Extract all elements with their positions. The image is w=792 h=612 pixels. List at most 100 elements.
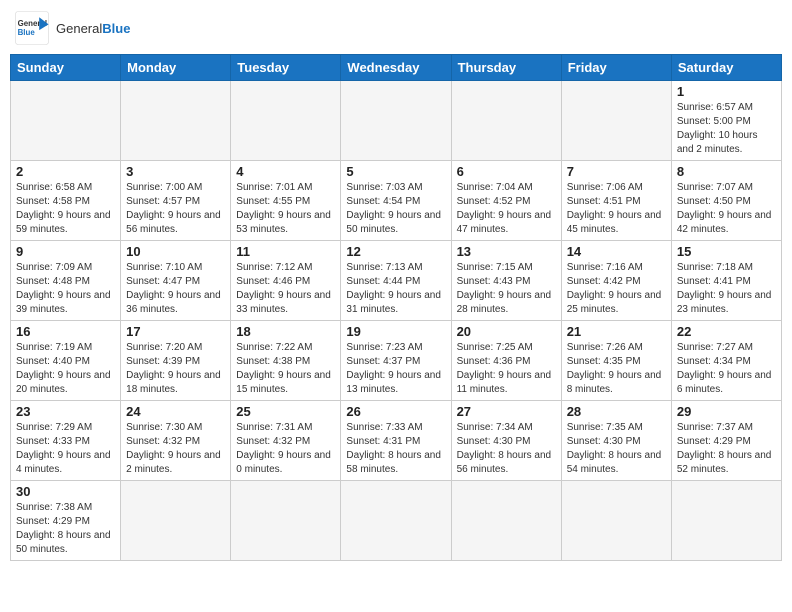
day-number: 13 [457, 244, 556, 259]
svg-text:Blue: Blue [18, 28, 36, 37]
calendar-cell [231, 81, 341, 161]
calendar-cell: 9 Sunrise: 7:09 AM Sunset: 4:48 PM Daylig… [11, 241, 121, 321]
day-info: Sunrise: 7:20 AM Sunset: 4:39 PM Dayligh… [126, 341, 225, 397]
day-number: 1 [677, 84, 776, 99]
day-info: Sunrise: 7:38 AM Sunset: 4:29 PM Dayligh… [16, 501, 115, 557]
calendar-cell: 2 Sunrise: 6:58 AM Sunset: 4:58 PM Daylig… [11, 161, 121, 241]
day-info: Sunrise: 6:58 AM Sunset: 4:58 PM Dayligh… [16, 181, 115, 237]
day-info: Sunrise: 7:12 AM Sunset: 4:46 PM Dayligh… [236, 261, 335, 317]
day-info: Sunrise: 7:18 AM Sunset: 4:41 PM Dayligh… [677, 261, 776, 317]
weekday-header-sunday: Sunday [11, 55, 121, 81]
day-info: Sunrise: 7:34 AM Sunset: 4:30 PM Dayligh… [457, 421, 556, 477]
day-number: 5 [346, 164, 445, 179]
day-number: 2 [16, 164, 115, 179]
day-number: 17 [126, 324, 225, 339]
day-info: Sunrise: 7:35 AM Sunset: 4:30 PM Dayligh… [567, 421, 666, 477]
logo: General Blue GeneralBlue [14, 10, 130, 46]
calendar-cell [451, 481, 561, 561]
day-number: 6 [457, 164, 556, 179]
calendar-week-row: 23Sunrise: 7:29 AM Sunset: 4:33 PM Dayli… [11, 401, 782, 481]
calendar-cell [671, 481, 781, 561]
calendar-week-row: 30Sunrise: 7:38 AM Sunset: 4:29 PM Dayli… [11, 481, 782, 561]
day-info: Sunrise: 7:01 AM Sunset: 4:55 PM Dayligh… [236, 181, 335, 237]
calendar-cell [121, 481, 231, 561]
day-info: Sunrise: 7:29 AM Sunset: 4:33 PM Dayligh… [16, 421, 115, 477]
logo-text: GeneralBlue [56, 21, 130, 36]
day-info: Sunrise: 7:22 AM Sunset: 4:38 PM Dayligh… [236, 341, 335, 397]
day-info: Sunrise: 7:27 AM Sunset: 4:34 PM Dayligh… [677, 341, 776, 397]
day-info: Sunrise: 7:23 AM Sunset: 4:37 PM Dayligh… [346, 341, 445, 397]
day-info: Sunrise: 7:25 AM Sunset: 4:36 PM Dayligh… [457, 341, 556, 397]
day-info: Sunrise: 7:07 AM Sunset: 4:50 PM Dayligh… [677, 181, 776, 237]
day-info: Sunrise: 7:10 AM Sunset: 4:47 PM Dayligh… [126, 261, 225, 317]
calendar-cell: 1Sunrise: 6:57 AM Sunset: 5:00 PM Daylig… [671, 81, 781, 161]
calendar-cell: 24Sunrise: 7:30 AM Sunset: 4:32 PM Dayli… [121, 401, 231, 481]
day-info: Sunrise: 7:33 AM Sunset: 4:31 PM Dayligh… [346, 421, 445, 477]
day-info: Sunrise: 7:13 AM Sunset: 4:44 PM Dayligh… [346, 261, 445, 317]
weekday-header-tuesday: Tuesday [231, 55, 341, 81]
day-number: 15 [677, 244, 776, 259]
day-info: Sunrise: 7:04 AM Sunset: 4:52 PM Dayligh… [457, 181, 556, 237]
calendar-cell: 25Sunrise: 7:31 AM Sunset: 4:32 PM Dayli… [231, 401, 341, 481]
weekday-header-monday: Monday [121, 55, 231, 81]
day-number: 21 [567, 324, 666, 339]
calendar-cell: 16 Sunrise: 7:19 AM Sunset: 4:40 PM Dayli… [11, 321, 121, 401]
calendar-cell: 13 Sunrise: 7:15 AM Sunset: 4:43 PM Dayli… [451, 241, 561, 321]
day-number: 18 [236, 324, 335, 339]
day-number: 3 [126, 164, 225, 179]
calendar-cell: 3Sunrise: 7:00 AM Sunset: 4:57 PM Daylig… [121, 161, 231, 241]
day-number: 25 [236, 404, 335, 419]
calendar-cell: 10 Sunrise: 7:10 AM Sunset: 4:47 PM Dayli… [121, 241, 231, 321]
day-info: Sunrise: 7:16 AM Sunset: 4:42 PM Dayligh… [567, 261, 666, 317]
day-number: 27 [457, 404, 556, 419]
calendar-cell: 4Sunrise: 7:01 AM Sunset: 4:55 PM Daylig… [231, 161, 341, 241]
calendar-cell [231, 481, 341, 561]
calendar-cell [561, 81, 671, 161]
day-number: 19 [346, 324, 445, 339]
day-number: 11 [236, 244, 335, 259]
calendar-cell [451, 81, 561, 161]
day-info: Sunrise: 7:37 AM Sunset: 4:29 PM Dayligh… [677, 421, 776, 477]
calendar-cell: 17 Sunrise: 7:20 AM Sunset: 4:39 PM Dayli… [121, 321, 231, 401]
calendar-week-row: 16 Sunrise: 7:19 AM Sunset: 4:40 PM Dayli… [11, 321, 782, 401]
day-info: Sunrise: 7:15 AM Sunset: 4:43 PM Dayligh… [457, 261, 556, 317]
day-number: 26 [346, 404, 445, 419]
calendar-cell: 20 Sunrise: 7:25 AM Sunset: 4:36 PM Dayli… [451, 321, 561, 401]
day-number: 22 [677, 324, 776, 339]
calendar-cell [341, 481, 451, 561]
calendar-week-row: 1Sunrise: 6:57 AM Sunset: 5:00 PM Daylig… [11, 81, 782, 161]
calendar-cell: 6 Sunrise: 7:04 AM Sunset: 4:52 PM Daylig… [451, 161, 561, 241]
calendar-cell: 23Sunrise: 7:29 AM Sunset: 4:33 PM Dayli… [11, 401, 121, 481]
weekday-header-wednesday: Wednesday [341, 55, 451, 81]
day-number: 29 [677, 404, 776, 419]
calendar-cell: 29 Sunrise: 7:37 AM Sunset: 4:29 PM Dayli… [671, 401, 781, 481]
day-info: Sunrise: 7:06 AM Sunset: 4:51 PM Dayligh… [567, 181, 666, 237]
calendar-week-row: 2 Sunrise: 6:58 AM Sunset: 4:58 PM Daylig… [11, 161, 782, 241]
day-number: 10 [126, 244, 225, 259]
weekday-header-saturday: Saturday [671, 55, 781, 81]
day-info: Sunrise: 7:19 AM Sunset: 4:40 PM Dayligh… [16, 341, 115, 397]
calendar-cell [561, 481, 671, 561]
calendar-cell: 12Sunrise: 7:13 AM Sunset: 4:44 PM Dayli… [341, 241, 451, 321]
calendar-cell: 19 Sunrise: 7:23 AM Sunset: 4:37 PM Dayli… [341, 321, 451, 401]
calendar-cell: 28Sunrise: 7:35 AM Sunset: 4:30 PM Dayli… [561, 401, 671, 481]
calendar-week-row: 9 Sunrise: 7:09 AM Sunset: 4:48 PM Daylig… [11, 241, 782, 321]
day-info: Sunrise: 7:30 AM Sunset: 4:32 PM Dayligh… [126, 421, 225, 477]
weekday-header-friday: Friday [561, 55, 671, 81]
calendar-cell: 5Sunrise: 7:03 AM Sunset: 4:54 PM Daylig… [341, 161, 451, 241]
calendar-cell: 30Sunrise: 7:38 AM Sunset: 4:29 PM Dayli… [11, 481, 121, 561]
day-number: 20 [457, 324, 556, 339]
day-number: 9 [16, 244, 115, 259]
logo-icon: General Blue [14, 10, 50, 46]
calendar-cell: 21 Sunrise: 7:26 AM Sunset: 4:35 PM Dayli… [561, 321, 671, 401]
day-info: Sunrise: 7:26 AM Sunset: 4:35 PM Dayligh… [567, 341, 666, 397]
calendar-cell: 14Sunrise: 7:16 AM Sunset: 4:42 PM Dayli… [561, 241, 671, 321]
day-info: Sunrise: 7:09 AM Sunset: 4:48 PM Dayligh… [16, 261, 115, 317]
day-number: 16 [16, 324, 115, 339]
day-number: 7 [567, 164, 666, 179]
day-number: 8 [677, 164, 776, 179]
calendar-cell: 8 Sunrise: 7:07 AM Sunset: 4:50 PM Daylig… [671, 161, 781, 241]
calendar-cell: 22 Sunrise: 7:27 AM Sunset: 4:34 PM Dayli… [671, 321, 781, 401]
calendar-cell: 18 Sunrise: 7:22 AM Sunset: 4:38 PM Dayli… [231, 321, 341, 401]
calendar-cell: 7 Sunrise: 7:06 AM Sunset: 4:51 PM Daylig… [561, 161, 671, 241]
